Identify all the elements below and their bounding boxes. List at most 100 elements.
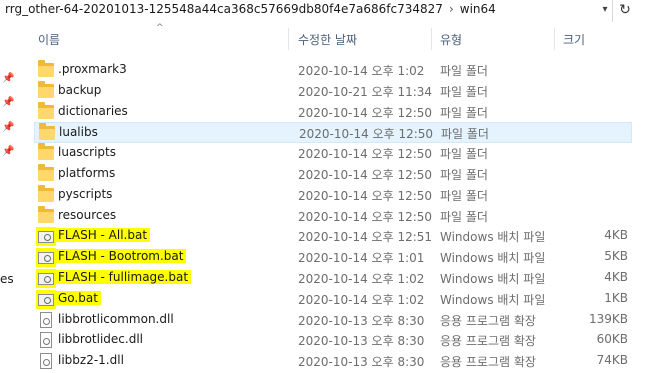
file-name: backup: [58, 82, 102, 97]
file-modified: 2020-10-21 오후 11:34: [298, 84, 433, 99]
file-type: 파일 폴더: [440, 64, 488, 78]
file-type: 파일 폴더: [440, 147, 488, 162]
file-type: 응용 프로그램 확장: [440, 313, 536, 328]
file-modified: 2020-10-14 오후 1:02: [298, 64, 425, 78]
folder-row[interactable]: .proxmark3 2020-10-14 오후 1:02 파일 폴더: [34, 60, 632, 81]
file-row[interactable]: libbz2-1.dll 2020-10-13 오후 8:30 응용 프로그램 확장…: [34, 351, 632, 372]
nav-pane-item-partial[interactable]: es: [0, 272, 14, 286]
column-header: ^ 이름 수정한 날짜 유형 크기: [0, 23, 650, 52]
column-name[interactable]: 이름: [38, 31, 60, 48]
file-row[interactable]: FLASH - All.bat 2020-10-14 오후 12:51 Window…: [34, 226, 632, 247]
batch-file-icon: [38, 231, 54, 244]
file-type: 파일 폴더: [441, 127, 489, 142]
file-modified: 2020-10-14 오후 12:50: [298, 105, 433, 120]
address-bar[interactable]: rrg_other-64-20201013-125548a44ca368c576…: [0, 0, 650, 22]
file-modified: 2020-10-14 오후 1:01: [298, 251, 425, 266]
file-modified: 2020-10-14 오후 12:50: [298, 188, 433, 203]
refresh-icon[interactable]: ↻: [612, 0, 637, 22]
column-divider[interactable]: [288, 28, 289, 50]
file-row[interactable]: Go.bat 2020-10-14 오후 1:02 Windows 배치 파일 1KB: [34, 289, 632, 310]
folder-row[interactable]: dictionaries 2020-10-14 오후 12:50 파일 폴더: [34, 101, 632, 123]
file-name: dictionaries: [58, 103, 128, 118]
file-type: 파일 폴더: [440, 209, 488, 224]
file-modified: 2020-10-13 오후 8:30: [298, 334, 425, 349]
file-type: 응용 프로그램 확장: [440, 334, 536, 349]
file-modified: 2020-10-14 오후 12:50: [298, 147, 433, 162]
folder-icon: [39, 123, 55, 141]
batch-file-icon: [38, 293, 54, 306]
folder-row[interactable]: pyscripts 2020-10-14 오후 12:50 파일 폴더: [34, 184, 632, 206]
file-modified: 2020-10-13 오후 8:30: [298, 355, 425, 370]
breadcrumb-parent[interactable]: rrg_other-64-20201013-125548a44ca368c576…: [5, 2, 443, 16]
file-name: libbrotlicommon.dll: [58, 311, 174, 326]
file-row[interactable]: libbrotlidec.dll 2020-10-13 오후 8:30 응용 프로그…: [34, 330, 632, 351]
folder-row[interactable]: resources 2020-10-14 오후 12:50 파일 폴더: [34, 205, 632, 227]
file-name: lualibs: [59, 125, 98, 140]
folder-icon: [38, 80, 54, 98]
file-type: 파일 폴더: [440, 84, 488, 99]
file-row[interactable]: FLASH - Bootrom.bat 2020-10-14 오후 1:01 Win…: [34, 247, 632, 268]
breadcrumb-separator-icon[interactable]: ›: [449, 2, 454, 16]
folder-row[interactable]: luascripts 2020-10-14 오후 12:50 파일 폴더: [34, 143, 632, 164]
file-name: FLASH - All.bat: [55, 228, 151, 243]
file-modified: 2020-10-13 오후 8:30: [298, 313, 425, 328]
file-name: pyscripts: [58, 186, 113, 201]
file-size: 60KB: [596, 332, 628, 347]
file-modified: 2020-10-14 오후 12:50: [299, 127, 434, 142]
folder-icon: [38, 205, 54, 223]
file-type: 응용 프로그램 확장: [440, 355, 536, 370]
dll-file-icon: [40, 332, 52, 349]
file-size: 4KB: [604, 228, 628, 243]
batch-file-icon: [38, 252, 54, 265]
folder-row[interactable]: backup 2020-10-21 오후 11:34 파일 폴더: [34, 80, 632, 102]
folder-row[interactable]: lualibs 2020-10-14 오후 12:50 파일 폴더: [34, 122, 632, 144]
dll-file-icon: [40, 311, 52, 328]
file-modified: 2020-10-14 오후 12:50: [298, 168, 433, 182]
breadcrumb: rrg_other-64-20201013-125548a44ca368c576…: [5, 2, 496, 16]
file-modified: 2020-10-14 오후 12:51: [298, 230, 433, 245]
file-name: Go.bat: [55, 290, 101, 305]
folder-icon: [38, 143, 54, 161]
folder-icon: [38, 184, 54, 202]
file-name: FLASH - Bootrom.bat: [55, 249, 187, 264]
pin-icon[interactable]: 📌: [2, 146, 14, 158]
file-type: 파일 폴더: [440, 188, 488, 203]
batch-file-icon: [38, 273, 54, 285]
column-divider[interactable]: [431, 28, 432, 50]
dll-file-icon: [40, 353, 52, 370]
file-name: resources: [58, 207, 117, 222]
file-name: .proxmark3: [58, 62, 127, 76]
file-row[interactable]: libbrotlicommon.dll 2020-10-13 오후 8:30 응용 …: [34, 310, 632, 331]
file-size: 74KB: [596, 353, 628, 368]
pin-icon[interactable]: 📌: [2, 73, 14, 85]
breadcrumb-current[interactable]: win64: [460, 2, 496, 16]
sort-ascending-icon: ^: [156, 23, 164, 33]
folder-icon: [38, 101, 54, 119]
file-size: 1KB: [604, 290, 628, 305]
file-size: 139KB: [588, 311, 628, 326]
file-type: Windows 배치 파일: [440, 230, 546, 245]
file-modified: 2020-10-14 오후 12:50: [298, 209, 433, 224]
column-type[interactable]: 유형: [440, 31, 462, 48]
chevron-down-icon[interactable]: ▾: [598, 3, 612, 17]
file-name: FLASH - fullimage.bat: [55, 270, 192, 284]
file-type: 파일 폴더: [440, 105, 488, 120]
column-modified[interactable]: 수정한 날짜: [298, 31, 357, 48]
folder-icon: [38, 60, 54, 77]
pin-icon[interactable]: 📌: [2, 122, 14, 134]
file-row[interactable]: FLASH - fullimage.bat 2020-10-14 오후 1:02 W…: [34, 268, 632, 289]
file-name: libbz2-1.dll: [58, 353, 124, 368]
file-modified: 2020-10-14 오후 1:02: [298, 272, 425, 286]
file-name: platforms: [58, 166, 116, 180]
file-size: 5KB: [604, 249, 628, 264]
column-size[interactable]: 크기: [563, 31, 585, 48]
pin-icon[interactable]: 📌: [2, 97, 14, 109]
file-size: 4KB: [604, 270, 628, 284]
column-divider[interactable]: [554, 28, 555, 50]
file-name: libbrotlidec.dll: [58, 332, 143, 347]
folder-icon: [38, 164, 54, 181]
file-modified: 2020-10-14 오후 1:02: [298, 292, 425, 307]
folder-row[interactable]: platforms 2020-10-14 오후 12:50 파일 폴더: [34, 164, 632, 185]
file-type: Windows 배치 파일: [440, 272, 546, 286]
file-type: Windows 배치 파일: [440, 251, 546, 266]
